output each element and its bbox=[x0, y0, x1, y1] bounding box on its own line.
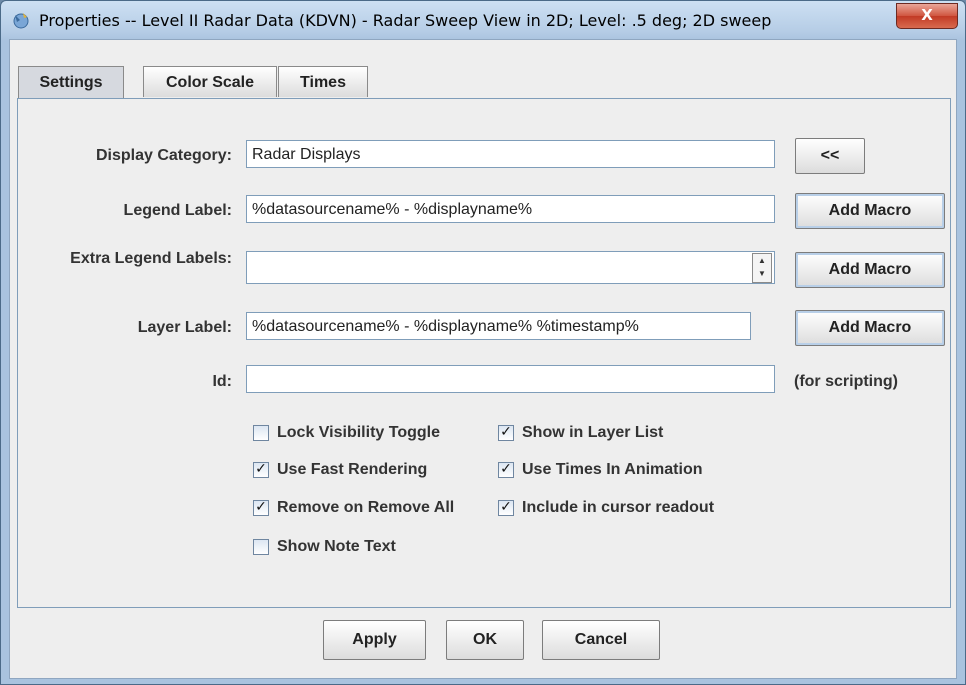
checkbox-label: Use Times In Animation bbox=[522, 461, 703, 478]
checkbox-box[interactable]: ✓ bbox=[498, 462, 514, 478]
checkbox-box[interactable] bbox=[253, 539, 269, 555]
extra-legend-spinner[interactable]: ▲ ▼ bbox=[752, 253, 772, 283]
checkbox-box[interactable]: ✓ bbox=[498, 425, 514, 441]
layer-label-field[interactable]: %datasourcename% - %displayname% %timest… bbox=[246, 312, 751, 340]
extra-legend-labels-label: Extra Legend Labels: bbox=[70, 250, 232, 267]
checkbox-label: Lock Visibility Toggle bbox=[277, 424, 440, 441]
checkbox-label: Include in cursor readout bbox=[522, 499, 715, 516]
properties-window: Properties -- Level II Radar Data (KDVN)… bbox=[0, 0, 966, 685]
checkbox-box[interactable]: ✓ bbox=[253, 500, 269, 516]
window-title: Properties -- Level II Radar Data (KDVN)… bbox=[39, 11, 772, 30]
settings-panel bbox=[17, 98, 951, 608]
legend-label-field[interactable]: %datasourcename% - %displayname% bbox=[246, 195, 775, 223]
layer-add-macro-button[interactable]: Add Macro bbox=[795, 310, 945, 346]
display-category-label: Display Category: bbox=[95, 147, 232, 164]
checkbox-label: Show Note Text bbox=[277, 538, 396, 555]
scripting-note: (for scripting) bbox=[794, 373, 898, 390]
extra-legend-labels-field[interactable] bbox=[246, 251, 775, 284]
ok-button[interactable]: OK bbox=[446, 620, 524, 660]
cancel-button[interactable]: Cancel bbox=[542, 620, 660, 660]
id-field[interactable] bbox=[246, 365, 775, 393]
layer-label-label: Layer Label: bbox=[137, 319, 232, 336]
checkbox-show-in-layer-list[interactable]: ✓ Show in Layer List bbox=[498, 424, 663, 442]
checkbox-include-in-cursor-readout[interactable]: ✓ Include in cursor readout bbox=[498, 499, 714, 517]
checkbox-box[interactable] bbox=[253, 425, 269, 441]
id-label: Id: bbox=[212, 373, 232, 390]
tab-times[interactable]: Times bbox=[278, 66, 368, 97]
app-icon bbox=[13, 13, 29, 29]
extra-legend-add-macro-button[interactable]: Add Macro bbox=[795, 252, 945, 288]
checkbox-box[interactable]: ✓ bbox=[253, 462, 269, 478]
checkbox-use-times-in-animation[interactable]: ✓ Use Times In Animation bbox=[498, 461, 702, 479]
close-button[interactable]: X bbox=[896, 3, 958, 29]
category-popup-button[interactable]: << bbox=[795, 138, 865, 174]
checkbox-box[interactable]: ✓ bbox=[498, 500, 514, 516]
checkbox-label: Show in Layer List bbox=[522, 424, 664, 441]
checkbox-remove-on-remove-all[interactable]: ✓ Remove on Remove All bbox=[253, 499, 454, 517]
display-category-field[interactable]: Radar Displays bbox=[246, 140, 775, 168]
title-bar[interactable]: Properties -- Level II Radar Data (KDVN)… bbox=[1, 1, 965, 39]
apply-button[interactable]: Apply bbox=[323, 620, 426, 660]
checkbox-show-note-text[interactable]: Show Note Text bbox=[253, 538, 396, 556]
checkbox-label: Use Fast Rendering bbox=[277, 461, 428, 478]
checkbox-use-fast-rendering[interactable]: ✓ Use Fast Rendering bbox=[253, 461, 427, 479]
checkbox-label: Remove on Remove All bbox=[277, 499, 455, 516]
checkbox-lock-visibility[interactable]: Lock Visibility Toggle bbox=[253, 424, 440, 442]
legend-add-macro-button[interactable]: Add Macro bbox=[795, 193, 945, 229]
legend-label-label: Legend Label: bbox=[123, 202, 232, 219]
tab-settings[interactable]: Settings bbox=[18, 66, 124, 98]
tab-color-scale[interactable]: Color Scale bbox=[143, 66, 277, 97]
